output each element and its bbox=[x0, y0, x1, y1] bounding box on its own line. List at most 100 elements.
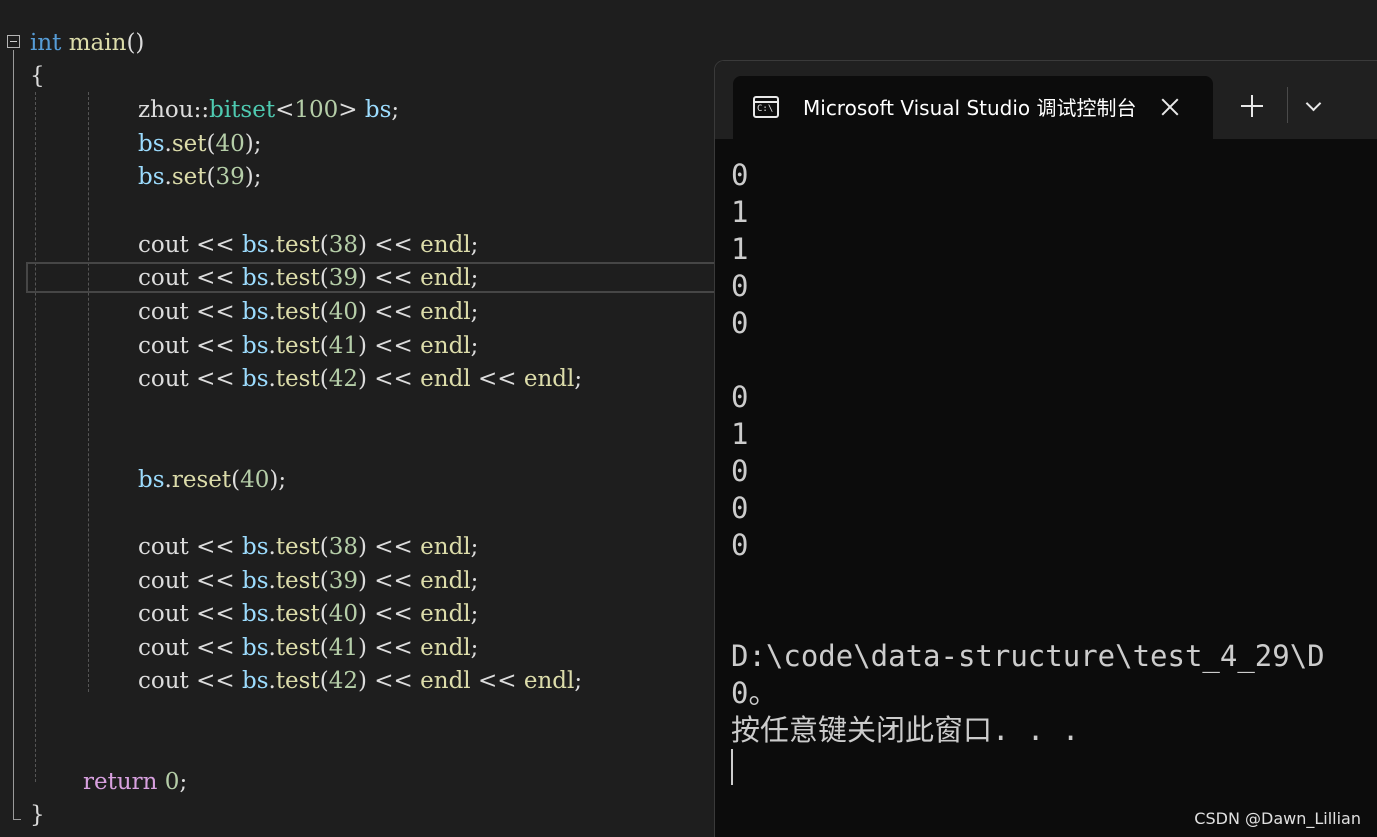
code-token: << bbox=[470, 668, 524, 694]
code-token: ) bbox=[357, 568, 367, 594]
code-token: ( bbox=[319, 601, 329, 627]
text-cursor bbox=[731, 749, 733, 785]
code-token: << bbox=[366, 601, 421, 627]
tab-divider bbox=[1287, 87, 1288, 123]
code-token: test bbox=[275, 534, 320, 560]
code-token: << bbox=[366, 568, 421, 594]
code-token: endl bbox=[420, 366, 471, 392]
code-token: cout bbox=[138, 232, 189, 258]
debug-console-window[interactable]: C:\ Microsoft Visual Studio 调试控制台 0 1 1 … bbox=[714, 60, 1377, 837]
code-token: << bbox=[188, 601, 242, 627]
code-token: > bbox=[338, 97, 358, 123]
collapse-icon[interactable] bbox=[7, 35, 20, 48]
code-token: << bbox=[188, 635, 242, 661]
code-token: << bbox=[188, 534, 242, 560]
code-line[interactable]: cout << bs.test(41) << endl; bbox=[138, 331, 478, 361]
output-line: 0 bbox=[731, 269, 749, 303]
code-token: set bbox=[171, 164, 207, 190]
console-icon: C:\ bbox=[753, 96, 779, 118]
code-token: ; bbox=[470, 635, 479, 661]
tab-title: Microsoft Visual Studio 调试控制台 bbox=[803, 96, 1137, 120]
code-token: 40 bbox=[328, 601, 358, 627]
console-output[interactable]: 0 1 1 0 0 0 1 0 0 0 D:\code\data-structu… bbox=[731, 157, 1377, 785]
code-token: 41 bbox=[328, 333, 358, 359]
code-token: << bbox=[188, 265, 242, 291]
code-token: bs bbox=[241, 534, 269, 560]
output-line: 1 bbox=[731, 195, 749, 229]
code-line[interactable]: int main() bbox=[30, 28, 144, 58]
code-token: << bbox=[366, 333, 421, 359]
code-token: bs bbox=[241, 265, 269, 291]
code-token: ) bbox=[357, 265, 367, 291]
output-line: 0 bbox=[731, 454, 749, 488]
code-token: bs bbox=[138, 164, 165, 190]
code-token: main bbox=[68, 30, 127, 56]
code-line[interactable]: zhou::bitset<100> bs; bbox=[138, 95, 399, 125]
code-line[interactable]: return 0; bbox=[83, 767, 187, 797]
code-token: cout bbox=[138, 635, 189, 661]
code-token: cout bbox=[138, 366, 189, 392]
tab-debug-console[interactable]: C:\ Microsoft Visual Studio 调试控制台 bbox=[733, 76, 1213, 139]
code-token: endl bbox=[420, 299, 471, 325]
code-token: 39 bbox=[328, 265, 358, 291]
code-line[interactable]: bs.set(40); bbox=[138, 129, 262, 159]
code-line[interactable]: bs.reset(40); bbox=[138, 465, 286, 495]
code-line[interactable]: cout << bs.test(38) << endl; bbox=[138, 230, 478, 260]
code-line[interactable]: bs.set(39); bbox=[138, 162, 262, 192]
chevron-down-icon[interactable] bbox=[1305, 97, 1321, 113]
output-line: 1 bbox=[731, 417, 749, 451]
code-token: ( bbox=[319, 333, 329, 359]
code-token: . bbox=[268, 366, 276, 392]
code-token: ( bbox=[319, 668, 329, 694]
code-token: cout bbox=[138, 534, 189, 560]
code-token: bs bbox=[241, 601, 269, 627]
code-token: bs bbox=[138, 131, 165, 157]
code-token: set bbox=[171, 131, 207, 157]
output-line: 1 bbox=[731, 232, 749, 266]
code-line[interactable]: { bbox=[30, 61, 45, 91]
code-line[interactable]: cout << bs.test(39) << endl; bbox=[138, 566, 478, 596]
code-token: bs bbox=[241, 366, 269, 392]
code-line[interactable]: cout << bs.test(38) << endl; bbox=[138, 532, 478, 562]
code-token: ; bbox=[470, 265, 479, 291]
code-line[interactable]: cout << bs.test(42) << endl << endl; bbox=[138, 364, 582, 394]
code-token: endl bbox=[420, 232, 471, 258]
close-icon[interactable] bbox=[1159, 96, 1181, 118]
code-token: ; bbox=[470, 534, 479, 560]
code-token: . bbox=[268, 534, 276, 560]
code-token: ) bbox=[357, 333, 367, 359]
code-token: ) bbox=[357, 299, 367, 325]
code-token: :: bbox=[193, 97, 210, 123]
code-token: << bbox=[366, 232, 421, 258]
code-token: ( bbox=[319, 534, 329, 560]
code-token: bs bbox=[364, 97, 392, 123]
code-line[interactable]: cout << bs.test(42) << endl << endl; bbox=[138, 666, 582, 696]
code-token: ) bbox=[357, 232, 367, 258]
code-token: ; bbox=[470, 601, 479, 627]
code-token: int bbox=[30, 30, 62, 56]
code-token: << bbox=[188, 232, 242, 258]
code-line[interactable]: cout << bs.test(40) << endl; bbox=[138, 297, 478, 327]
watermark: CSDN @Dawn_Lillian bbox=[1194, 809, 1361, 828]
code-token: test bbox=[275, 635, 320, 661]
code-token: << bbox=[188, 333, 242, 359]
code-token: test bbox=[275, 265, 320, 291]
code-token: ) bbox=[357, 668, 367, 694]
code-token: . bbox=[268, 568, 276, 594]
output-line: 0 bbox=[731, 528, 749, 562]
code-token: 42 bbox=[328, 668, 358, 694]
plus-icon[interactable] bbox=[1241, 95, 1263, 117]
code-token: ; bbox=[574, 366, 583, 392]
code-line[interactable]: cout << bs.test(39) << endl; bbox=[138, 263, 478, 293]
code-line[interactable]: cout << bs.test(40) << endl; bbox=[138, 599, 478, 629]
code-token: ( bbox=[319, 366, 329, 392]
code-token: bs bbox=[241, 333, 269, 359]
code-token: zhou bbox=[138, 97, 194, 123]
code-token: ( bbox=[206, 131, 216, 157]
code-token: endl bbox=[420, 333, 471, 359]
code-token: ) bbox=[357, 601, 367, 627]
code-token: bs bbox=[241, 668, 269, 694]
code-line[interactable]: } bbox=[30, 800, 45, 830]
code-line[interactable]: cout << bs.test(41) << endl; bbox=[138, 633, 478, 663]
